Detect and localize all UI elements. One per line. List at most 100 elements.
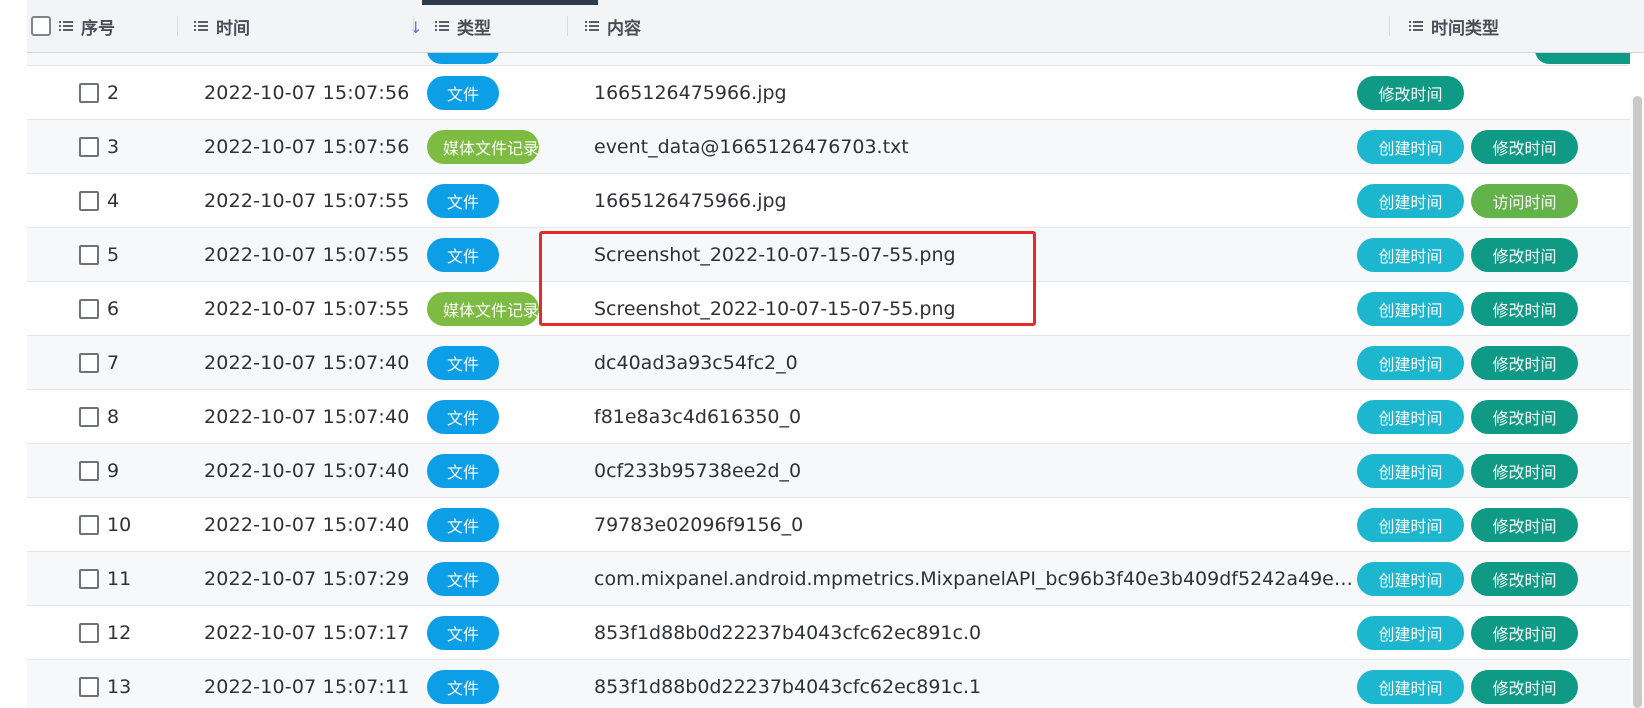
row-index: 3 <box>107 135 120 158</box>
tag-file: 文件 <box>427 345 499 380</box>
header-content[interactable]: 内容 <box>585 0 641 52</box>
tag-pill-partial <box>1535 52 1630 64</box>
row-content: com.mixpanel.android.mpmetrics.MixpanelA… <box>594 567 1354 590</box>
cell-type: 文件 <box>427 606 499 659</box>
table-row[interactable]: 7 2022-10-07 15:07:40 文件 dc40ad3a93c54fc2_0… <box>27 336 1630 390</box>
row-index: 8 <box>107 405 120 428</box>
cell-time: 2022-10-07 15:07:40 <box>204 390 410 443</box>
cell-time-type: 创建时间 访问时间 <box>1357 174 1630 227</box>
vertical-scrollbar-thumb[interactable] <box>1633 96 1642 708</box>
row-checkbox[interactable] <box>79 460 99 481</box>
table-row[interactable]: 9 2022-10-07 15:07:40 文件 0cf233b95738ee2d_0… <box>27 444 1630 498</box>
header-time-type[interactable]: 时间类型 <box>1409 0 1499 52</box>
row-time: 2022-10-07 15:07:40 <box>204 459 410 482</box>
tag-create-time: 创建时间 <box>1357 615 1464 650</box>
cell-time-type: 创建时间 修改时间 <box>1357 390 1630 443</box>
cell-time: 2022-10-07 15:07:17 <box>204 606 410 659</box>
row-index: 10 <box>107 513 132 536</box>
header-time[interactable]: 时间 <box>194 0 250 52</box>
header-time-type-label: 时间类型 <box>1431 18 1499 39</box>
row-content: 853f1d88b0d22237b4043cfc62ec891c.1 <box>594 675 982 698</box>
row-checkbox[interactable] <box>79 568 99 589</box>
column-menu-icon[interactable] <box>435 20 449 32</box>
tag-file: 文件 <box>427 183 499 218</box>
cell-time-type: 创建时间 修改时间 <box>1357 552 1630 605</box>
row-checkbox[interactable] <box>79 514 99 535</box>
cell-content: f81e8a3c4d616350_0 <box>594 390 1354 443</box>
row-checkbox[interactable] <box>79 406 99 427</box>
cell-time: 2022-10-07 15:07:29 <box>204 552 410 605</box>
row-checkbox[interactable] <box>79 622 99 643</box>
row-time: 2022-10-07 15:07:56 <box>204 81 410 104</box>
tag-file: 文件 <box>427 561 499 596</box>
column-divider[interactable] <box>177 16 178 36</box>
tag-file: 文件 <box>427 237 499 272</box>
cell-time-type: 创建时间 修改时间 <box>1357 228 1630 281</box>
column-menu-icon[interactable] <box>1409 20 1423 32</box>
row-checkbox[interactable] <box>79 82 99 103</box>
table-row[interactable]: 13 2022-10-07 15:07:11 文件 853f1d88b0d22237b… <box>27 660 1630 708</box>
row-content: dc40ad3a93c54fc2_0 <box>594 351 798 374</box>
tag-modify-time: 修改时间 <box>1471 345 1578 380</box>
cell-type: 文件 <box>427 390 499 443</box>
cell-time-type: 创建时间 修改时间 <box>1357 120 1630 173</box>
column-divider[interactable] <box>413 16 414 36</box>
row-checkbox[interactable] <box>79 352 99 373</box>
cell-type: 文件 <box>427 552 499 605</box>
row-content: event_data@1665126476703.txt <box>594 135 909 158</box>
column-divider[interactable] <box>1389 16 1390 36</box>
cell-time: 2022-10-07 15:07:55 <box>204 228 410 281</box>
cell-content: 1665126475966.jpg <box>594 174 1354 227</box>
table-row[interactable]: 11 2022-10-07 15:07:29 文件 com.mixpanel.andr… <box>27 552 1630 606</box>
header-type[interactable]: 类型 <box>435 0 491 52</box>
cell-content: 853f1d88b0d22237b4043cfc62ec891c.1 <box>594 660 1354 708</box>
table-row[interactable]: 4 2022-10-07 15:07:55 文件 1665126475966.jpg 创… <box>27 174 1630 228</box>
cell-time: 2022-10-07 15:07:40 <box>204 336 410 389</box>
table-row[interactable]: 12 2022-10-07 15:07:17 文件 853f1d88b0d22237b… <box>27 606 1630 660</box>
header-type-label: 类型 <box>457 18 491 39</box>
tag-create-time: 创建时间 <box>1357 291 1464 326</box>
highlight-annotation-box <box>539 231 1036 326</box>
column-menu-icon[interactable] <box>194 20 208 32</box>
row-checkbox[interactable] <box>79 244 99 265</box>
cell-time: 2022-10-07 15:07:11 <box>204 660 410 708</box>
row-time: 2022-10-07 15:07:40 <box>204 405 410 428</box>
cell-index: 8 <box>79 390 119 443</box>
row-index: 12 <box>107 621 132 644</box>
tag-file: 文件 <box>427 399 499 434</box>
select-all-checkbox[interactable] <box>31 16 51 36</box>
row-checkbox[interactable] <box>79 298 99 319</box>
table-row[interactable]: 10 2022-10-07 15:07:40 文件 79783e02096f9156_… <box>27 498 1630 552</box>
row-checkbox[interactable] <box>79 190 99 211</box>
row-time: 2022-10-07 15:07:29 <box>204 567 410 590</box>
table-row-partial[interactable] <box>27 52 1630 66</box>
tag-modify-time: 修改时间 <box>1471 453 1578 488</box>
row-time: 2022-10-07 15:07:40 <box>204 513 410 536</box>
column-menu-icon[interactable] <box>59 20 73 32</box>
cell-type: 文件 <box>427 174 499 227</box>
table-row[interactable]: 2 2022-10-07 15:07:56 文件 1665126475966.jpg 修… <box>27 66 1630 120</box>
row-index: 13 <box>107 675 132 698</box>
table-row[interactable]: 8 2022-10-07 15:07:40 文件 f81e8a3c4d616350_0… <box>27 390 1630 444</box>
tag-create-time: 创建时间 <box>1357 669 1464 704</box>
cell-time: 2022-10-07 15:07:40 <box>204 498 410 551</box>
row-index: 11 <box>107 567 132 590</box>
tag-create-time: 创建时间 <box>1357 345 1464 380</box>
tag-modify-time: 修改时间 <box>1471 237 1578 272</box>
tag-modify-time: 修改时间 <box>1471 615 1578 650</box>
column-divider[interactable] <box>567 16 568 36</box>
tag-create-time: 创建时间 <box>1357 237 1464 272</box>
sort-descending-icon[interactable]: ↓ <box>409 18 422 37</box>
row-checkbox[interactable] <box>79 136 99 157</box>
cell-type: 媒体文件记录 <box>427 282 539 335</box>
header-time-label: 时间 <box>216 18 250 39</box>
cell-index: 5 <box>79 228 119 281</box>
tag-modify-time: 修改时间 <box>1471 669 1578 704</box>
column-menu-icon[interactable] <box>585 20 599 32</box>
row-checkbox[interactable] <box>79 676 99 697</box>
cell-index: 13 <box>79 660 131 708</box>
table-row[interactable]: 3 2022-10-07 15:07:56 媒体文件记录 event_data@166… <box>27 120 1630 174</box>
cell-index: 3 <box>79 120 119 173</box>
tag-modify-time: 修改时间 <box>1471 129 1578 164</box>
header-index[interactable]: 序号 <box>31 0 115 52</box>
